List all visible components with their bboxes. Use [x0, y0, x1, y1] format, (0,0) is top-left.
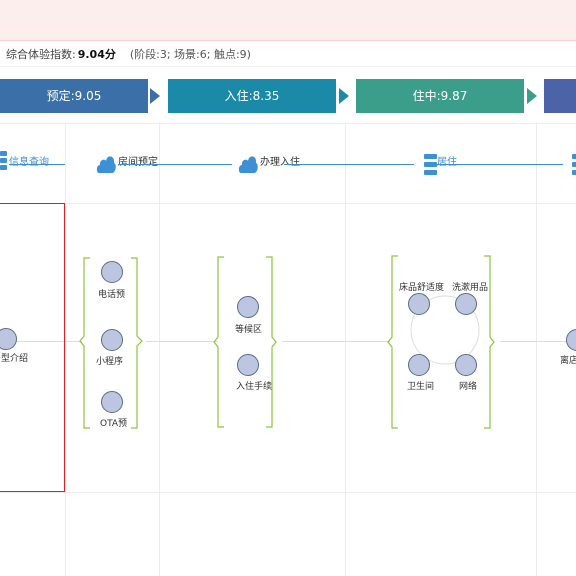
journey-connector	[146, 341, 218, 342]
group-bracket	[213, 256, 277, 428]
journey-connector	[500, 341, 576, 342]
scene-underline	[437, 164, 563, 165]
touchpoint-label: 电话预	[98, 290, 126, 300]
touchpoint-node[interactable]	[101, 391, 123, 413]
scene-underline	[284, 164, 414, 165]
summary-detail: (阶段:3; 场景:6; 触点:9)	[129, 48, 251, 61]
touchpoint-label: 小程序	[96, 357, 124, 367]
list-icon	[572, 154, 576, 175]
touchpoint-label: 洗漱用品	[452, 283, 489, 293]
grid-divider	[536, 122, 537, 576]
stage-check-in[interactable]: 入住:8.35	[168, 79, 336, 113]
scene-label: 办理入住	[260, 157, 300, 168]
touchpoint-node[interactable]	[455, 354, 477, 376]
touchpoint-node[interactable]	[237, 354, 259, 376]
scene-label: 信息查询	[9, 157, 49, 168]
scene-label: 居住	[437, 157, 457, 168]
selection-highlight	[0, 203, 65, 492]
touchpoint-label: 入住手续	[236, 382, 273, 392]
touchpoint-label: 床品舒适度	[399, 283, 445, 293]
summary-label: 综合体验指数:	[6, 48, 76, 61]
touchpoint-node[interactable]	[408, 293, 430, 315]
touchpoint-label: OTA预	[100, 419, 128, 429]
stage-arrow-icon	[339, 88, 349, 104]
cloud-icon	[96, 156, 116, 173]
cloud-icon	[238, 156, 258, 173]
scene-underline	[118, 164, 232, 165]
scene-label: 房间预定	[118, 157, 158, 168]
touchpoint-node[interactable]	[101, 261, 123, 283]
summary-score: 9.04分	[77, 48, 116, 61]
alert-banner	[0, 0, 576, 41]
touchpoint-label: 网络	[459, 382, 478, 392]
grid-divider	[65, 122, 66, 576]
list-icon	[424, 154, 437, 175]
touchpoint-node[interactable]	[566, 329, 576, 351]
grid-divider	[345, 122, 346, 576]
journey-connector	[282, 341, 390, 342]
stage-arrow-icon	[527, 88, 537, 104]
touchpoint-node[interactable]	[237, 296, 259, 318]
experience-summary: 综合体验指数: 9.04分 (阶段:3; 场景:6; 触点:9)	[0, 43, 576, 67]
grid-divider	[159, 122, 160, 576]
touchpoint-label: 等候区	[235, 325, 263, 335]
touchpoint-node[interactable]	[455, 293, 477, 315]
stage-arrow-icon	[150, 88, 160, 104]
stage-booking[interactable]: 预定:9.05	[0, 79, 148, 113]
stage-next[interactable]	[544, 79, 576, 113]
grid-divider	[0, 492, 576, 493]
touchpoint-label: 卫生间	[407, 382, 435, 392]
grid-divider	[0, 203, 576, 204]
grid-divider	[0, 123, 576, 124]
touchpoint-label: 离店	[560, 356, 576, 366]
touchpoint-node[interactable]	[101, 329, 123, 351]
scene-underline	[9, 164, 65, 165]
stage-during-stay[interactable]: 住中:9.87	[356, 79, 524, 113]
touchpoint-node[interactable]	[408, 354, 430, 376]
